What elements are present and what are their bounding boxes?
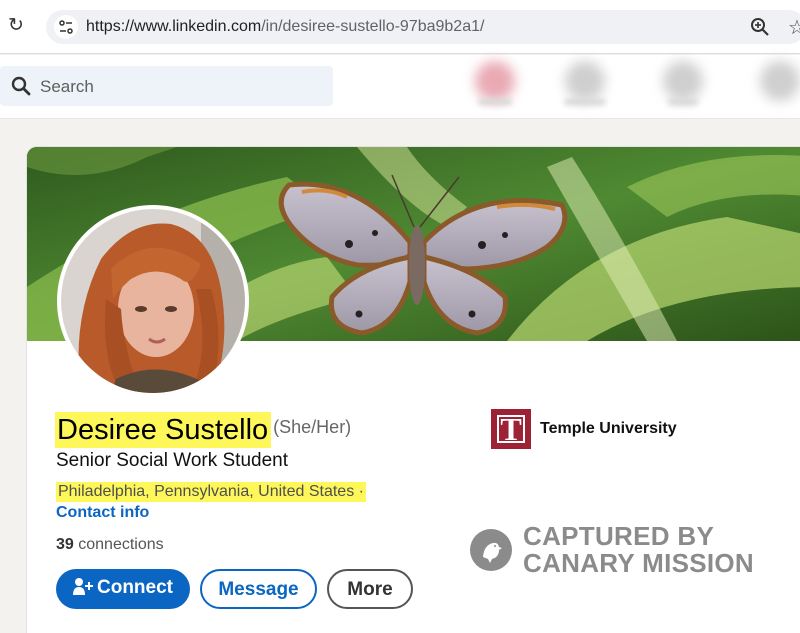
- name-row: Desiree Sustello (She/Her): [55, 412, 351, 448]
- search-icon: [11, 76, 31, 96]
- url-text: https://www.linkedin.com/in/desiree-sust…: [86, 18, 484, 36]
- nav-network-label: [564, 99, 606, 105]
- url-domain: https://www.linkedin.com: [86, 18, 262, 35]
- linkedin-header: Search: [0, 55, 800, 119]
- connections-label: connections: [78, 536, 164, 553]
- watermark-text: CAPTURED BY CANARY MISSION: [523, 523, 754, 577]
- avatar-photo: [61, 209, 245, 393]
- address-bar[interactable]: https://www.linkedin.com/in/desiree-sust…: [46, 10, 800, 44]
- canary-bird-icon: [470, 529, 512, 571]
- connect-button[interactable]: Connect: [56, 569, 190, 609]
- temple-university-logo: T: [491, 409, 531, 449]
- profile-name: Desiree Sustello: [55, 412, 272, 448]
- browser-toolbar: ↻ https://www.linkedin.com/in/desiree-su…: [0, 0, 800, 54]
- education-name: Temple University: [540, 420, 677, 437]
- search-input[interactable]: Search: [0, 66, 333, 106]
- message-button[interactable]: Message: [200, 569, 317, 609]
- connect-label: Connect: [97, 577, 173, 598]
- nav-jobs-icon[interactable]: [663, 61, 703, 101]
- url-path: /in/desiree-sustello-97ba9b2a1/: [261, 18, 485, 35]
- watermark-line-1: CAPTURED BY: [523, 521, 715, 551]
- profile-location: Philadelphia, Pennsylvania, United State…: [56, 482, 366, 502]
- more-button[interactable]: More: [327, 569, 413, 609]
- contact-info-link[interactable]: Contact info: [56, 504, 149, 522]
- star-icon[interactable]: ☆: [788, 15, 800, 40]
- profile-headline: Senior Social Work Student: [56, 450, 288, 471]
- connections-count[interactable]: 39 connections: [56, 536, 164, 554]
- nav-jobs-label: [668, 99, 698, 105]
- zoom-icon[interactable]: [750, 17, 770, 37]
- site-info-icon[interactable]: [54, 15, 78, 39]
- connections-number: 39: [56, 536, 74, 553]
- nav-messaging-icon[interactable]: [760, 61, 800, 101]
- watermark-line-2: CANARY MISSION: [523, 548, 755, 578]
- reload-icon[interactable]: ↻: [6, 16, 26, 36]
- search-placeholder: Search: [40, 77, 94, 96]
- logo-letter: T: [500, 411, 522, 447]
- nav-home-icon[interactable]: [475, 61, 515, 101]
- profile-avatar[interactable]: [57, 205, 249, 397]
- profile-pronouns: (She/Her): [273, 417, 352, 437]
- nav-network-icon[interactable]: [565, 61, 605, 101]
- add-person-icon: [73, 578, 93, 595]
- nav-home-label: [478, 99, 512, 105]
